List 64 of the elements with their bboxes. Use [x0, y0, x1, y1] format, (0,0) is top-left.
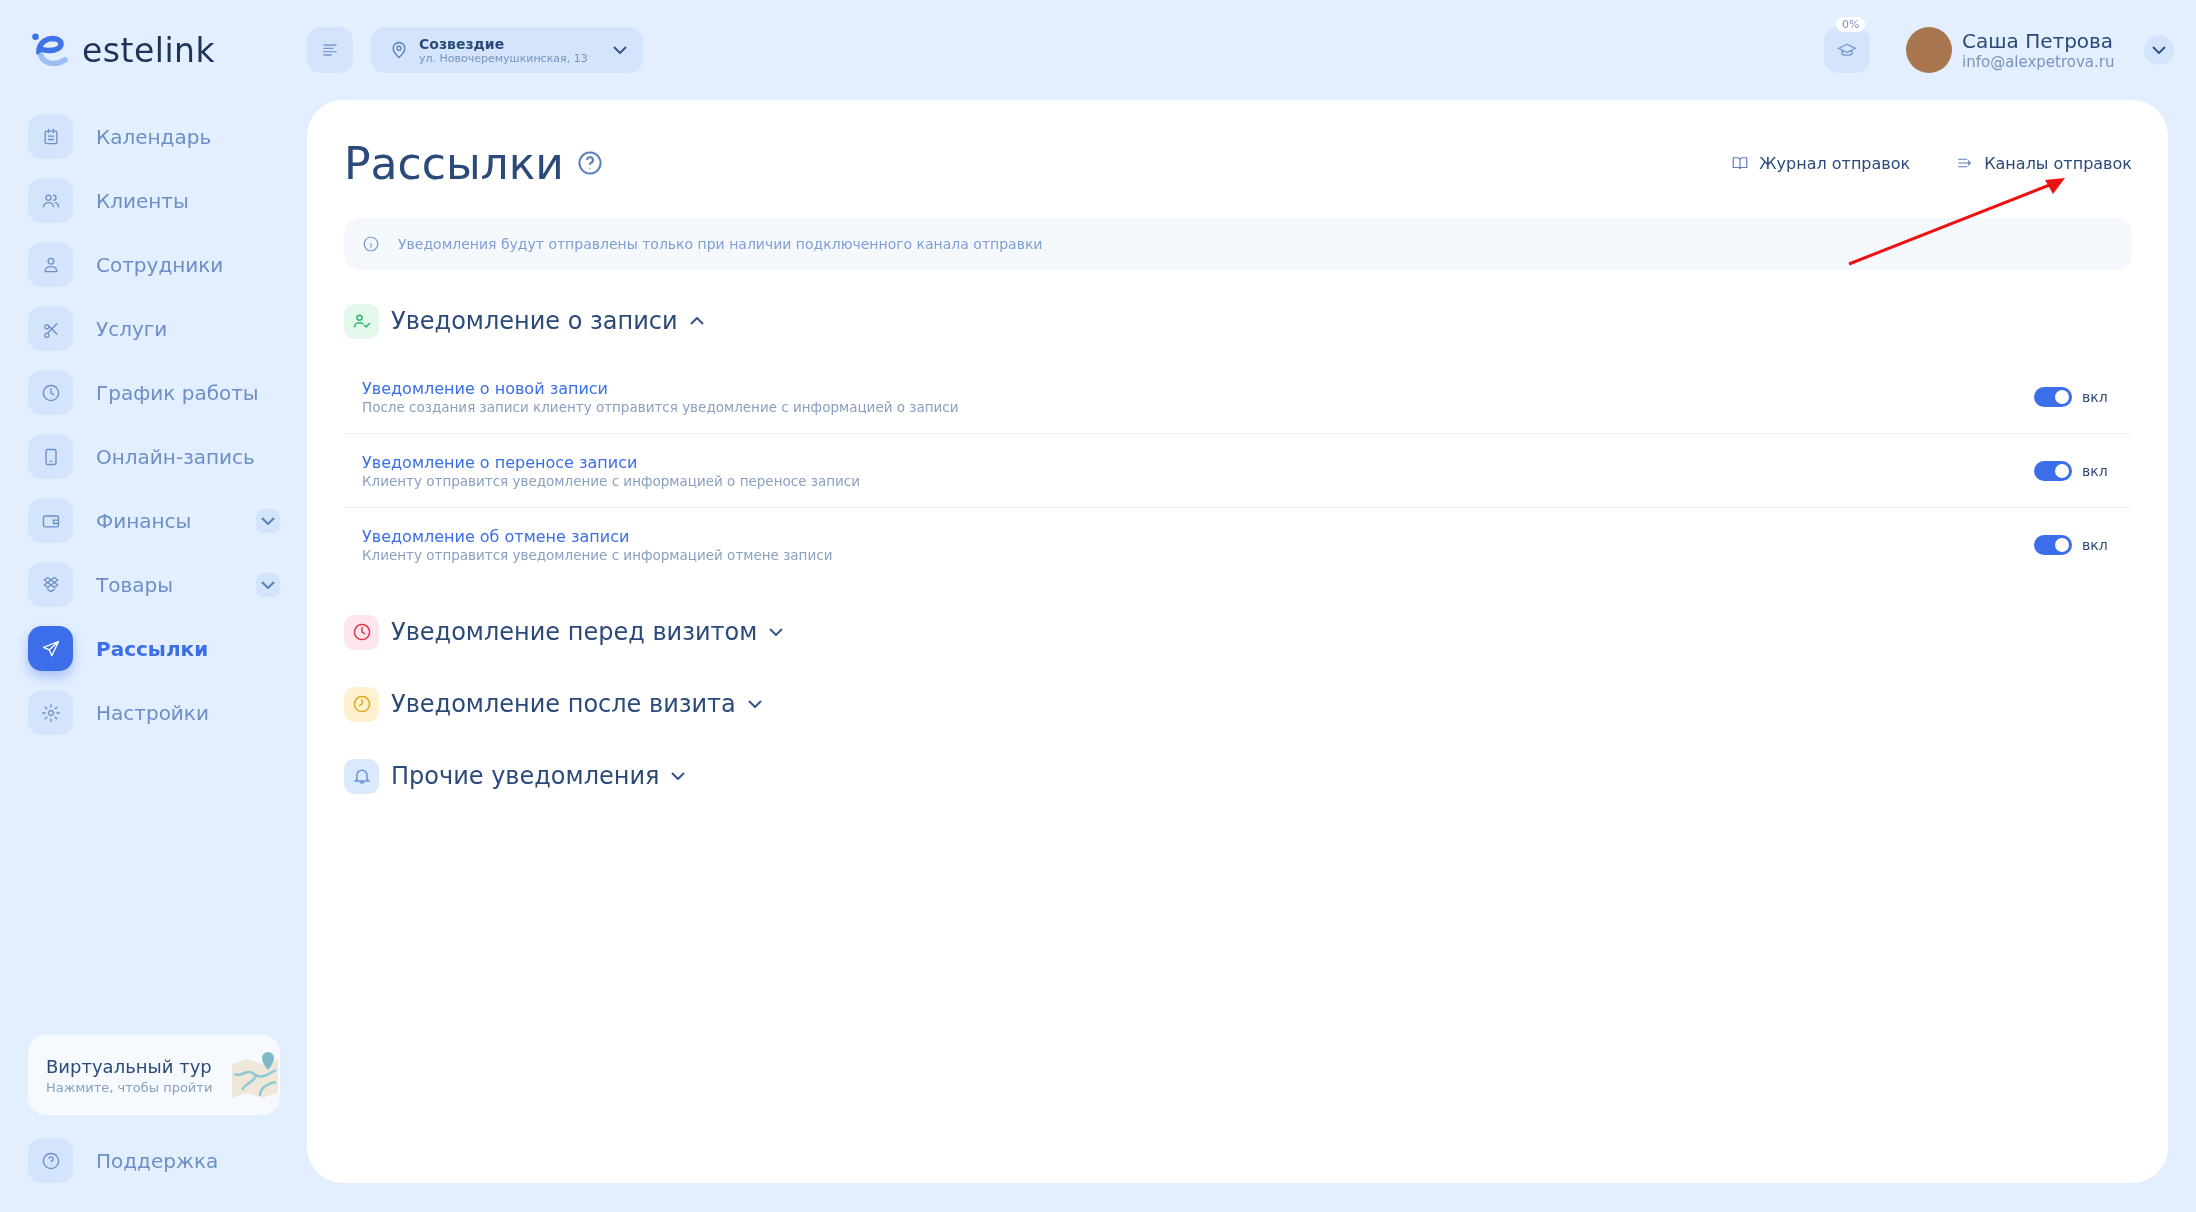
section-header[interactable]: Уведомление о записи [344, 300, 704, 342]
clock-icon [351, 694, 372, 714]
clock-icon [351, 622, 372, 642]
virtual-tour-card[interactable]: Виртуальный тур Нажмите, чтобы пройти [28, 1035, 280, 1115]
sidebar-item[interactable]: График работы [28, 370, 280, 415]
graduation-cap-button[interactable] [1824, 27, 1870, 73]
book-icon [1731, 154, 1750, 172]
sidebar-item[interactable]: Услуги [28, 306, 280, 351]
user-email: info@alexpetrova.ru [1962, 53, 2116, 71]
sidebar-item[interactable]: Рассылки [28, 626, 280, 671]
info-text: Уведомления будут отправлены только при наличии подключенного канала отправки [398, 236, 1043, 252]
chevron-down-icon [2152, 46, 2166, 54]
chevron-down-icon [261, 516, 275, 525]
progress-badge: 0% [1836, 17, 1866, 32]
section-header[interactable]: Уведомление после визита [344, 683, 762, 725]
tour-subtitle: Нажмите, чтобы пройти [46, 1079, 214, 1095]
chevron-icon [747, 700, 762, 708]
sidebar-item[interactable]: Финансы [28, 498, 280, 543]
chevron-down-icon [613, 46, 627, 54]
help-icon[interactable] [575, 149, 604, 177]
expand-button[interactable] [256, 508, 280, 533]
sidebar-item[interactable]: Календарь [28, 114, 280, 159]
section-header[interactable]: Уведомление перед визитом [344, 611, 784, 653]
toggle-switch[interactable] [2034, 534, 2072, 555]
notification-description: После создания записи клиенту отправится уведомление с информацией о записи [362, 398, 960, 415]
section-header[interactable]: Прочие уведомления [344, 755, 686, 797]
sidebar-item[interactable]: Онлайн-запись [28, 434, 280, 479]
map-drawing [230, 1050, 280, 1100]
user-check-icon [351, 311, 372, 331]
chevron-icon [671, 772, 686, 780]
avatar [1906, 27, 1952, 73]
page-title: Рассылки [344, 137, 564, 189]
sidebar-item[interactable]: Клиенты [28, 178, 280, 223]
help-icon [40, 1150, 61, 1171]
notification-title: Уведомление о переносе записи [362, 452, 639, 472]
chevron-icon [689, 317, 704, 325]
toggle-switch[interactable] [2034, 386, 2072, 407]
header-link[interactable]: Журнал отправок [1731, 153, 1911, 173]
location-selector[interactable]: Созвездие ул. Новочеремушкинская, 13 [371, 27, 643, 73]
toggle-label: вкл [2082, 388, 2108, 405]
notification-description: Клиенту отправится уведомление с информацией о переносе записи [362, 472, 862, 489]
notification-title: Уведомление о новой записи [362, 378, 609, 398]
notification-description: Клиенту отправится уведомление с информацией отмене записи [362, 546, 834, 563]
toggle-label: вкл [2082, 536, 2108, 553]
sidebar-item[interactable]: Сотрудники [28, 242, 280, 287]
info-icon [362, 235, 380, 253]
logo-text: estelink [82, 30, 216, 70]
notification-title: Уведомление об отмене записи [362, 526, 631, 546]
tour-title: Виртуальный тур [46, 1055, 213, 1077]
clock-icon [40, 382, 61, 403]
user-name: Саша Петрова [1962, 29, 2115, 53]
chevron-down-icon [261, 580, 275, 589]
expand-button[interactable] [256, 572, 280, 597]
support-item[interactable]: Поддержка [28, 1138, 280, 1183]
sidebar-item[interactable]: Товары [28, 562, 280, 607]
send-icon [40, 638, 61, 659]
header-link[interactable]: Каналы отправок [1956, 153, 2132, 173]
toggle-label: вкл [2082, 462, 2108, 479]
location-name: Созвездие [419, 35, 506, 52]
user-menu-button[interactable] [2144, 35, 2174, 65]
location-address: ул. Новочеремушкинская, 13 [419, 51, 589, 65]
toggle-switch[interactable] [2034, 460, 2072, 481]
chevron-icon [769, 628, 784, 636]
sidebar-item[interactable]: Настройки [28, 690, 280, 735]
